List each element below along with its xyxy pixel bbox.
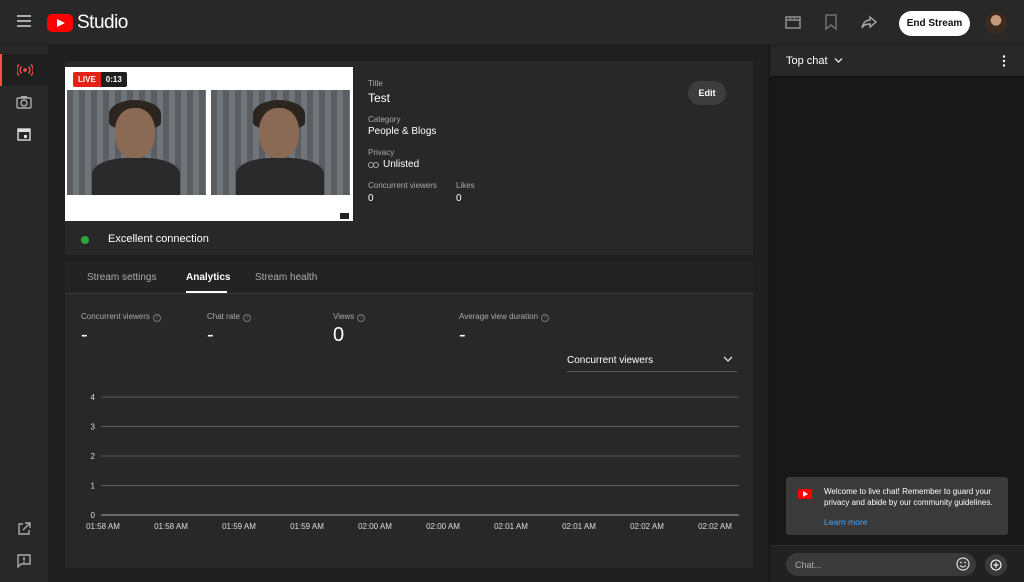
y-tick-label: 2	[91, 452, 96, 461]
avatar[interactable]	[985, 12, 1007, 34]
link-icon	[368, 162, 379, 168]
privacy-label: Privacy	[368, 148, 395, 157]
metric-label-views: Views?	[333, 312, 366, 322]
concurrent-viewers-value: 0	[368, 193, 374, 204]
metric-value-views: 0	[333, 324, 345, 346]
x-tick-label: 02:02 AM	[698, 522, 732, 531]
help-icon[interactable]: ?	[357, 314, 366, 322]
more-vert-icon[interactable]	[1002, 54, 1006, 68]
x-tick-label: 01:59 AM	[290, 522, 324, 531]
chat-mode-selector[interactable]: Top chat	[786, 55, 843, 67]
tab-analytics[interactable]: Analytics	[186, 272, 230, 283]
camera-frame-left	[67, 90, 206, 195]
edit-button[interactable]: Edit	[688, 81, 726, 105]
help-icon[interactable]: ?	[242, 314, 251, 322]
rail-item-calendar[interactable]	[0, 118, 48, 150]
plus-icon	[990, 559, 1002, 571]
x-tick-label: 02:01 AM	[562, 522, 596, 531]
x-tick-label: 02:00 AM	[358, 522, 392, 531]
help-icon[interactable]: ?	[541, 314, 550, 322]
emoji-icon[interactable]	[956, 557, 970, 571]
help-icon[interactable]: ?	[152, 314, 161, 322]
chevron-down-icon	[834, 58, 843, 63]
live-icon	[17, 64, 33, 76]
x-tick-label: 02:01 AM	[494, 522, 528, 531]
share-icon[interactable]	[860, 13, 878, 31]
add-button[interactable]	[985, 554, 1007, 576]
youtube-logo-icon	[798, 489, 812, 499]
metric-value-concurrent: -	[81, 324, 88, 346]
clapperboard-icon[interactable]	[784, 13, 802, 31]
feedback-icon[interactable]	[0, 549, 48, 573]
y-tick-label: 3	[91, 423, 96, 432]
metric-value-chat-rate: -	[207, 324, 214, 346]
y-tick-label: 1	[91, 482, 96, 491]
external-link-icon[interactable]	[0, 517, 48, 541]
x-tick-label: 01:59 AM	[222, 522, 256, 531]
elapsed-time: 0:13	[100, 72, 127, 87]
menu-icon[interactable]	[17, 15, 31, 28]
x-tick-label: 01:58 AM	[154, 522, 188, 531]
connection-dot-icon	[81, 236, 89, 244]
likes-label: Likes	[456, 181, 475, 190]
calendar-icon	[17, 128, 31, 141]
camera-frame-right	[211, 90, 350, 195]
tab-bar: Stream settings Analytics Stream health	[65, 262, 753, 294]
title-label: Title	[368, 79, 383, 88]
chat-input-row	[770, 545, 1024, 582]
welcome-text: Welcome to live chat! Remember to guard …	[824, 487, 993, 507]
metric-selector-dropdown[interactable]: Concurrent viewers	[567, 350, 737, 372]
analytics-panel: Stream settings Analytics Stream health …	[65, 262, 753, 568]
live-chat-panel: Top chat Welcome to live chat! Remember …	[769, 45, 1024, 582]
learn-more-link[interactable]: Learn more	[824, 517, 867, 527]
stream-preview-panel: LIVE 0:13 Excellent connection Title Tes…	[65, 61, 753, 255]
logo-text: Studio	[77, 12, 128, 33]
y-tick-label: 0	[91, 511, 96, 520]
tab-stream-health[interactable]: Stream health	[255, 272, 317, 283]
concurrent-viewers-label: Concurrent viewers	[368, 181, 437, 190]
top-bar: Studio End Stream	[0, 0, 1024, 45]
metric-label-avg-duration: Average view duration?	[459, 312, 550, 322]
live-label: LIVE	[73, 72, 101, 87]
video-preview[interactable]: LIVE 0:13	[65, 67, 353, 221]
live-badge: LIVE 0:13	[73, 72, 127, 87]
chat-header: Top chat	[770, 45, 1024, 77]
metric-selector-value: Concurrent viewers	[567, 355, 654, 366]
concurrent-viewers-chart: 0 1 2 3 4 01:58 AM 01:58 AM 01:59 AM 01:59 AM 02:…	[86, 393, 739, 531]
camera-icon	[16, 96, 32, 109]
tab-stream-settings[interactable]: Stream settings	[87, 272, 156, 283]
connection-label: Excellent connection	[108, 233, 209, 245]
chat-input[interactable]	[786, 553, 976, 576]
x-tick-label: 02:02 AM	[630, 522, 664, 531]
metric-value-avg-duration: -	[459, 324, 466, 346]
main-content: LIVE 0:13 Excellent connection Title Tes…	[48, 45, 769, 582]
connection-status: Excellent connection	[65, 227, 365, 251]
studio-logo[interactable]: Studio	[47, 12, 128, 34]
title-value: Test	[368, 91, 391, 105]
metric-label-concurrent: Concurrent viewers?	[81, 312, 161, 322]
privacy-value: Unlisted	[383, 159, 420, 170]
y-tick-label: 4	[91, 393, 96, 402]
rail-item-camera[interactable]	[0, 86, 48, 118]
active-tab-indicator	[186, 291, 227, 293]
metric-label-chat-rate: Chat rate?	[207, 312, 251, 322]
end-stream-button[interactable]: End Stream	[899, 11, 970, 36]
welcome-message: Welcome to live chat! Remember to guard …	[786, 477, 1008, 535]
likes-value: 0	[456, 193, 462, 204]
rail-item-live[interactable]	[0, 54, 48, 86]
x-tick-label: 02:00 AM	[426, 522, 460, 531]
volume-icon[interactable]	[340, 213, 349, 219]
category-label: Category	[368, 115, 401, 124]
youtube-logo-icon	[47, 14, 73, 32]
left-rail	[0, 45, 48, 582]
x-tick-label: 01:58 AM	[86, 522, 120, 531]
bookmark-icon[interactable]	[822, 13, 840, 31]
chevron-down-icon	[723, 356, 733, 362]
category-value: People & Blogs	[368, 126, 437, 137]
